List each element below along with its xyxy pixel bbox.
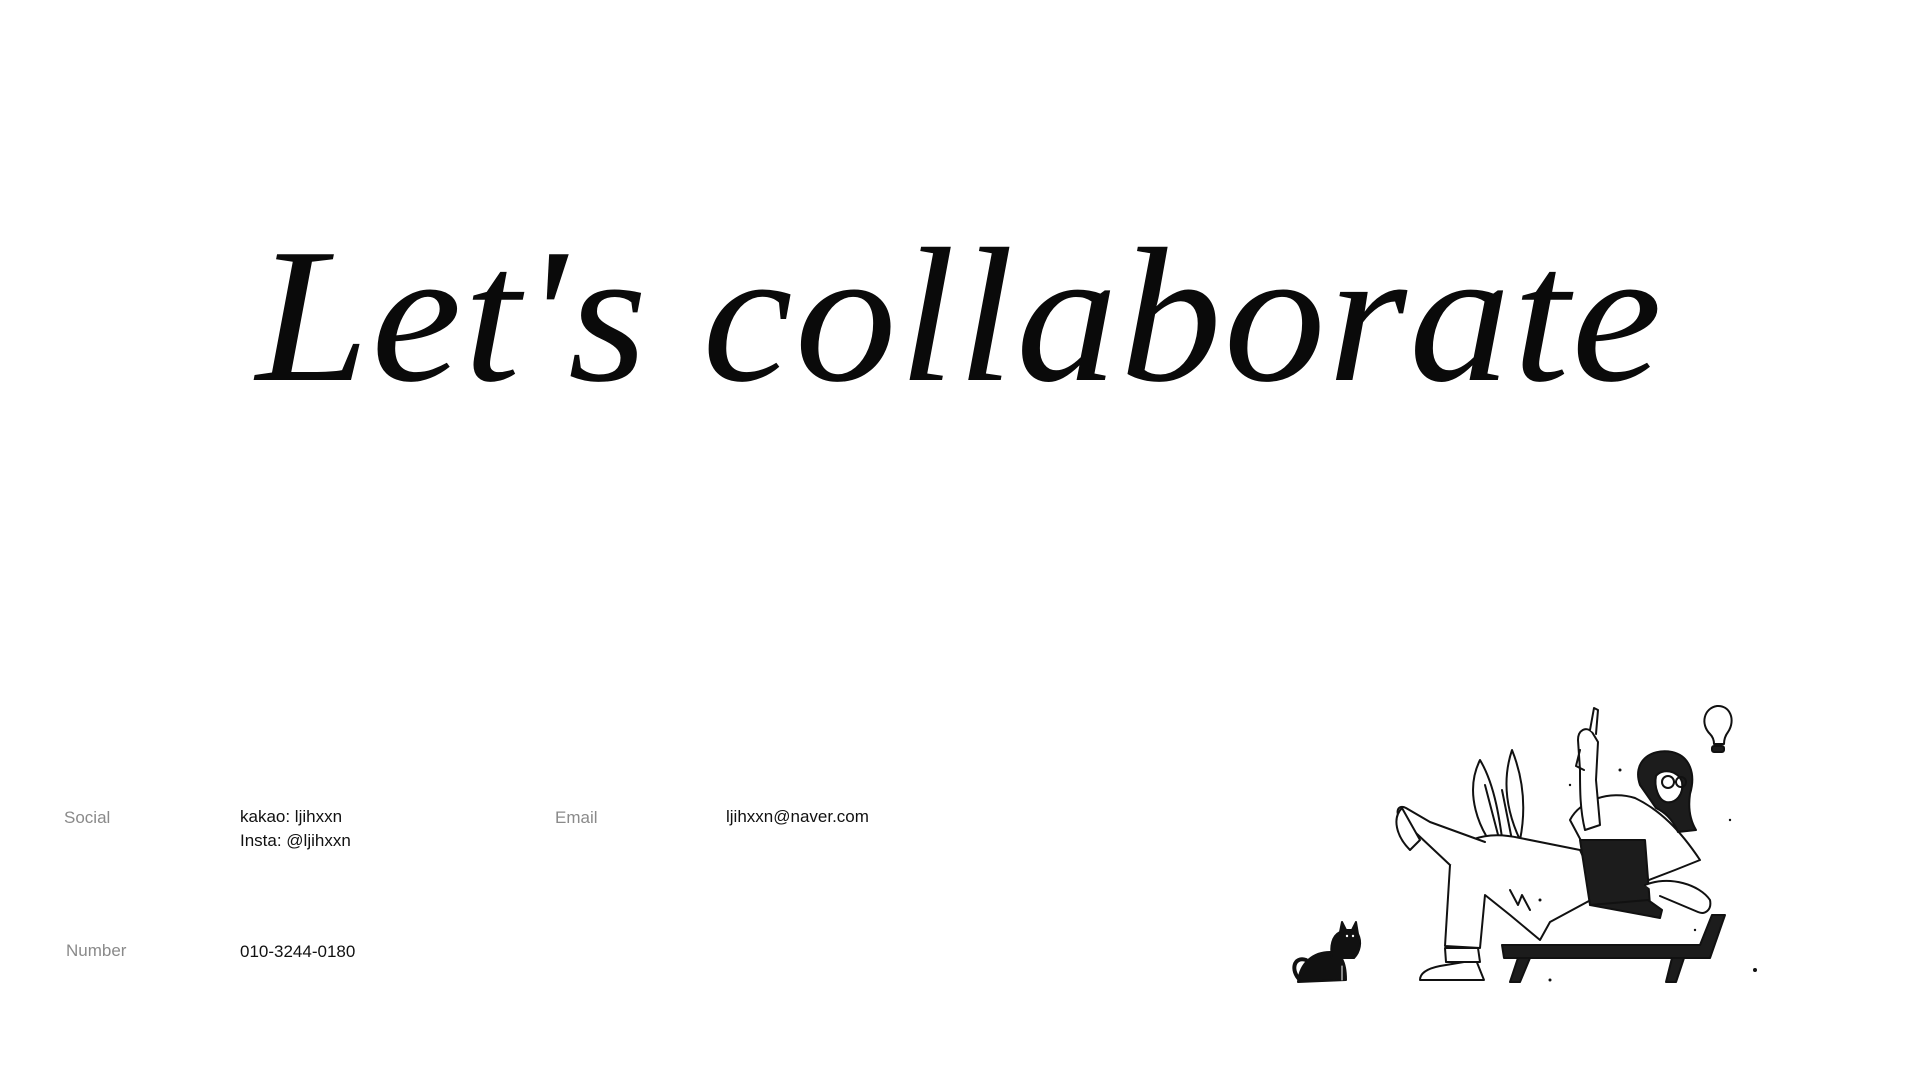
kakao-id: kakao: ljihxxn [240,807,343,826]
email-link[interactable]: ljihxxn@naver.com [726,805,869,829]
lightbulb-icon [1703,704,1733,753]
phone-number: 010-3244-0180 [240,942,356,961]
email-label: Email [555,808,598,827]
cat-icon [1292,921,1362,983]
person-relaxing-illustration [1292,704,1757,983]
social-label: Social [64,808,111,827]
number-label: Number [66,941,127,960]
contact-page: Let's collaborate Social kakao: ljihxxn … [0,0,1920,1080]
instagram-handle: Insta: @ljihxxn [240,831,351,850]
page-title: Let's collaborate [255,209,1665,422]
social-values: kakao: ljihxxn Insta: @ljihxxn [240,805,351,853]
